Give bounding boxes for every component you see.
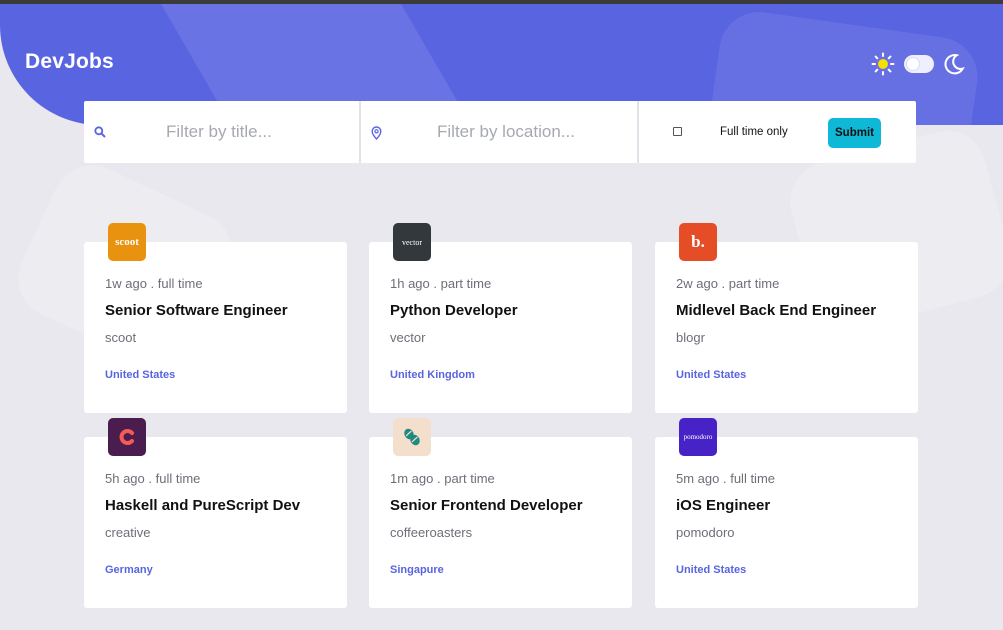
job-location: Germany [105, 564, 153, 576]
job-meta: 2w ago . part time [676, 276, 780, 291]
filter-options: Full time only Submit [639, 101, 916, 163]
theme-toggle-switch[interactable] [904, 55, 934, 73]
posted-time: 1m ago [390, 471, 434, 486]
posted-time: 1w ago [105, 276, 147, 291]
job-meta: 5m ago . full time [676, 471, 776, 486]
location-filter-input[interactable] [361, 101, 637, 163]
title-filter [84, 101, 361, 163]
submit-button[interactable]: Submit [828, 118, 881, 148]
theme-switcher [871, 52, 965, 76]
job-card[interactable]: 5h ago . full time Haskell and PureScrip… [84, 418, 347, 608]
contract-type: full time [155, 471, 201, 486]
posted-time: 2w ago [676, 276, 718, 291]
title-filter-input[interactable] [84, 101, 359, 163]
company-logo-text: scoot [115, 236, 139, 248]
location-pin-icon [371, 126, 382, 140]
posted-time: 5h ago [105, 471, 145, 486]
creative-logo-icon [108, 418, 146, 456]
company-name: creative [105, 525, 151, 540]
job-location: Singapure [390, 564, 444, 576]
contract-type: full time [730, 471, 776, 486]
job-card[interactable]: b. 2w ago . part time Midlevel Back End … [655, 223, 918, 413]
creative-logo-glyph [119, 429, 134, 445]
job-title[interactable]: Python Developer [390, 302, 518, 319]
job-card[interactable]: 1m ago . part time Senior Frontend Devel… [369, 418, 632, 608]
company-name: coffeeroasters [390, 525, 473, 540]
toggle-knob [907, 58, 919, 70]
job-card[interactable]: pomodoro 5m ago . full time iOS Engineer… [655, 418, 918, 608]
job-location: United States [676, 564, 747, 576]
contract-type: part time [728, 276, 780, 291]
job-location: United States [676, 369, 747, 381]
contract-type: part time [440, 276, 492, 291]
blogr-logo-icon: b. [679, 223, 717, 261]
posted-time: 1h ago [390, 276, 430, 291]
job-card[interactable]: scoot 1w ago . full time Senior Software… [84, 223, 347, 413]
company-name: pomodoro [676, 525, 735, 540]
pomodoro-logo-icon: pomodoro [679, 418, 717, 456]
job-card[interactable]: vector 1h ago . part time Python Develop… [369, 223, 632, 413]
job-title[interactable]: Midlevel Back End Engineer [676, 302, 876, 319]
company-name: vector [390, 330, 426, 345]
vector-logo-icon: vector [393, 223, 431, 261]
company-name: scoot [105, 330, 137, 345]
location-filter [361, 101, 639, 163]
company-logo-text: b. [691, 232, 705, 251]
coffeeroasters-logo-icon [393, 418, 431, 456]
search-bar: Full time only Submit [84, 101, 916, 163]
company-logo-text: vector [402, 237, 422, 247]
job-meta: 5h ago . full time [105, 471, 201, 486]
job-meta: 1m ago . part time [390, 471, 495, 486]
fulltime-label: Full time only [720, 126, 788, 138]
company-logo-text: pomodoro [683, 433, 713, 441]
job-location: United States [105, 369, 176, 381]
job-meta: 1w ago . full time [105, 276, 203, 291]
contract-type: part time [444, 471, 495, 486]
sun-icon [871, 52, 895, 76]
contract-type: full time [157, 276, 203, 291]
company-name: blogr [676, 330, 705, 345]
moon-icon [944, 54, 965, 75]
job-title[interactable]: iOS Engineer [676, 497, 770, 514]
job-title[interactable]: Haskell and PureScript Dev [105, 497, 300, 514]
fulltime-checkbox[interactable] [673, 127, 682, 136]
job-title[interactable]: Senior Frontend Developer [390, 497, 583, 514]
job-meta: 1h ago . part time [390, 276, 492, 291]
brand-logo[interactable]: DevJobs [25, 50, 114, 74]
coffee-beans-glyph [404, 428, 420, 446]
posted-time: 5m ago [676, 471, 720, 486]
scoot-logo-icon: scoot [108, 223, 146, 261]
job-location: United Kingdom [390, 369, 475, 381]
job-title[interactable]: Senior Software Engineer [105, 302, 288, 319]
search-icon [94, 126, 106, 138]
